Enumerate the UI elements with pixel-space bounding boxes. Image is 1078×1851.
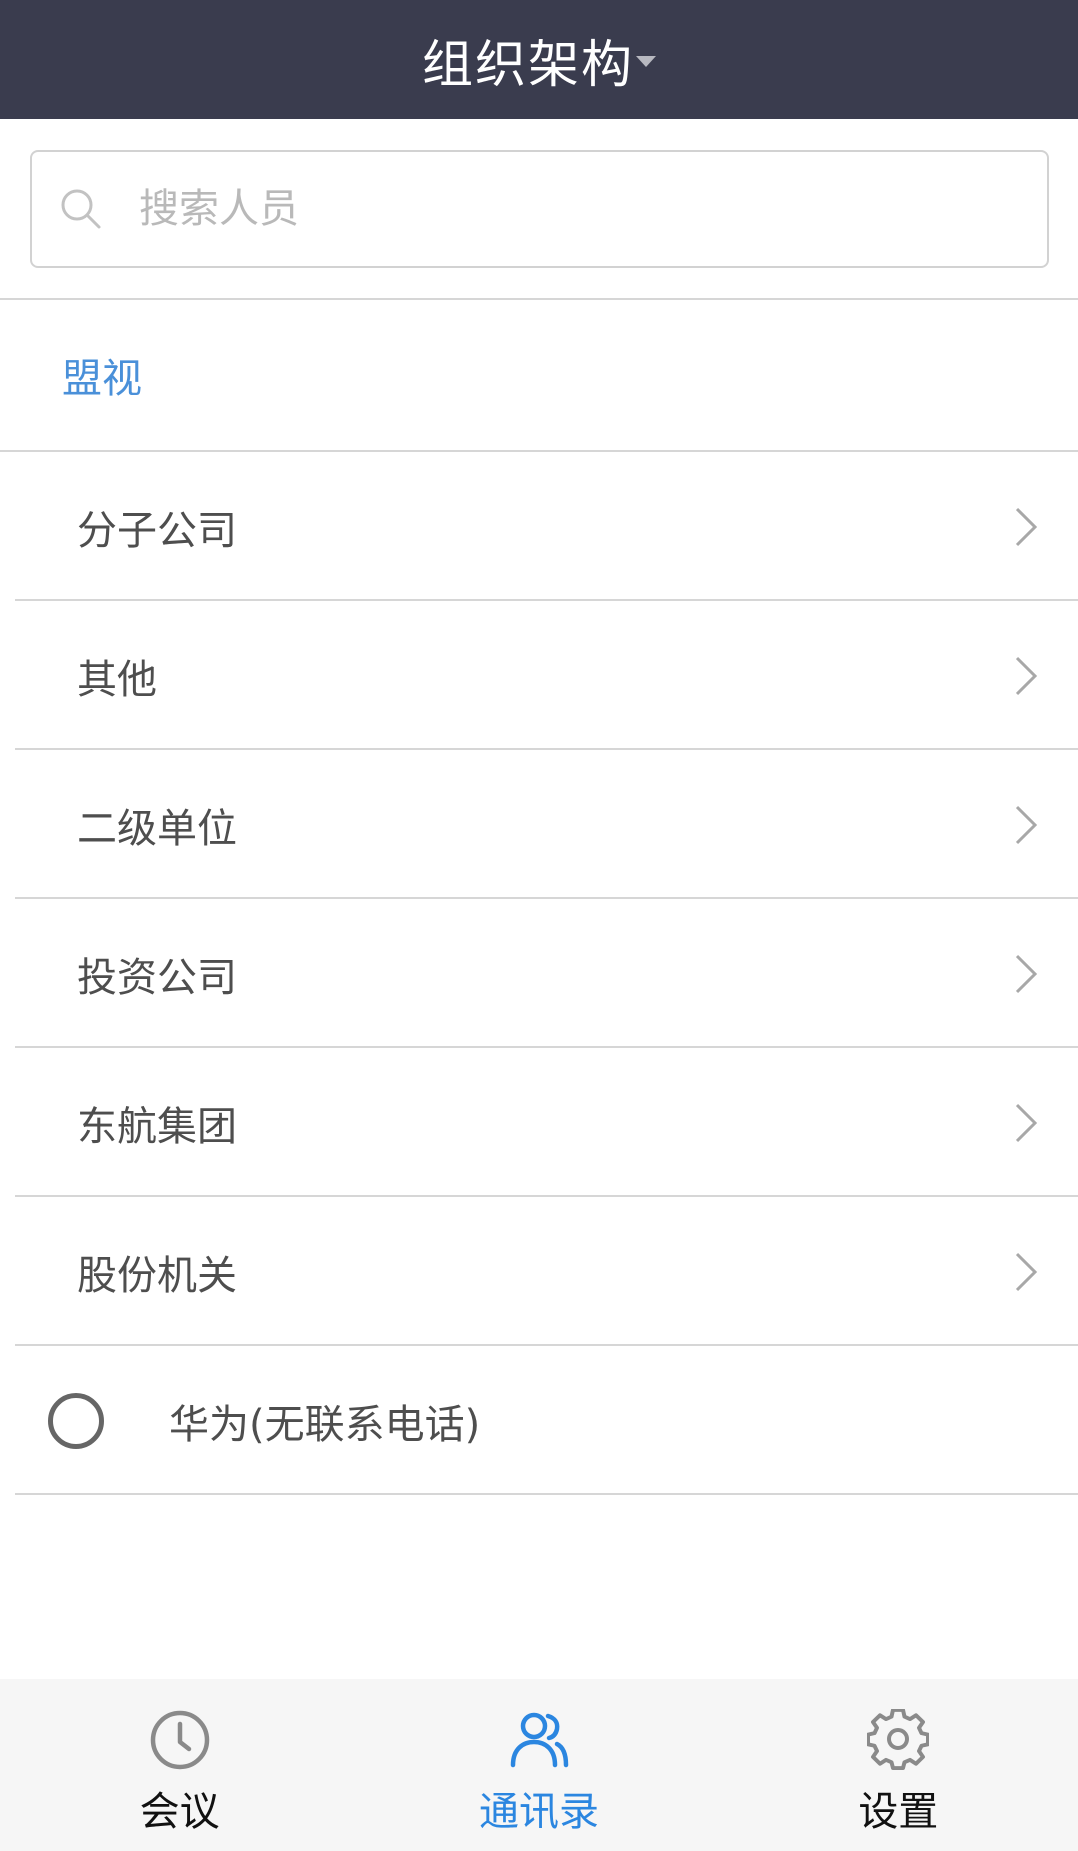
bottom-tab-bar: 会议 通讯录 设置: [0, 1679, 1078, 1851]
search-input[interactable]: [137, 185, 1047, 233]
search-icon: [61, 189, 101, 229]
search-area: [0, 119, 1078, 300]
gear-icon: [867, 1709, 930, 1771]
chevron-right-icon: [1015, 954, 1038, 993]
contacts-icon: [510, 1712, 569, 1768]
chevron-right-icon: [1015, 1103, 1038, 1142]
department-item-secondary-units[interactable]: 二级单位: [0, 750, 1078, 899]
department-label: 投资公司: [77, 954, 237, 1001]
department-label: 二级单位: [77, 805, 237, 852]
department-list: 分子公司 其他 二级单位 投资公司 东航集团 股份机关 华为(无联系电话): [0, 452, 1078, 1495]
department-label: 其他: [77, 656, 157, 703]
department-item-group[interactable]: 东航集团: [0, 1048, 1078, 1197]
person-item[interactable]: 华为(无联系电话): [0, 1346, 1078, 1495]
person-label: 华为(无联系电话): [169, 1401, 481, 1448]
tab-settings[interactable]: 设置: [719, 1679, 1078, 1851]
chevron-right-icon: [1015, 805, 1038, 844]
org-root-breadcrumb[interactable]: 盟视: [0, 300, 1078, 452]
org-root-label: 盟视: [62, 356, 142, 402]
tab-label: 会议: [139, 1789, 220, 1835]
department-item-investment[interactable]: 投资公司: [0, 899, 1078, 1048]
department-item-other[interactable]: 其他: [0, 601, 1078, 750]
tab-meetings[interactable]: 会议: [0, 1679, 359, 1851]
chevron-right-icon: [1015, 507, 1038, 546]
department-label: 分子公司: [77, 507, 237, 554]
department-label: 东航集团: [77, 1103, 237, 1150]
chevron-right-icon: [1015, 656, 1038, 695]
chevron-right-icon: [1015, 1252, 1038, 1291]
tab-contacts[interactable]: 通讯录: [359, 1679, 718, 1851]
department-item-headquarters[interactable]: 股份机关: [0, 1197, 1078, 1346]
org-structure-dropdown[interactable]: 组织架构: [422, 23, 656, 97]
tab-label: 设置: [858, 1789, 939, 1835]
page-title: 组织架构: [421, 35, 634, 95]
caret-down-icon: [636, 56, 656, 67]
tab-label: 通讯录: [478, 1789, 599, 1835]
department-item-subsidiaries[interactable]: 分子公司: [0, 452, 1078, 601]
department-label: 股份机关: [77, 1252, 237, 1299]
clock-icon: [150, 1710, 209, 1770]
contacts-page: 组织架构 盟视 分子公司 其他: [0, 0, 1078, 1851]
radio-unchecked-icon[interactable]: [48, 1392, 104, 1449]
top-header: 组织架构: [0, 0, 1078, 119]
search-box[interactable]: [30, 150, 1049, 268]
